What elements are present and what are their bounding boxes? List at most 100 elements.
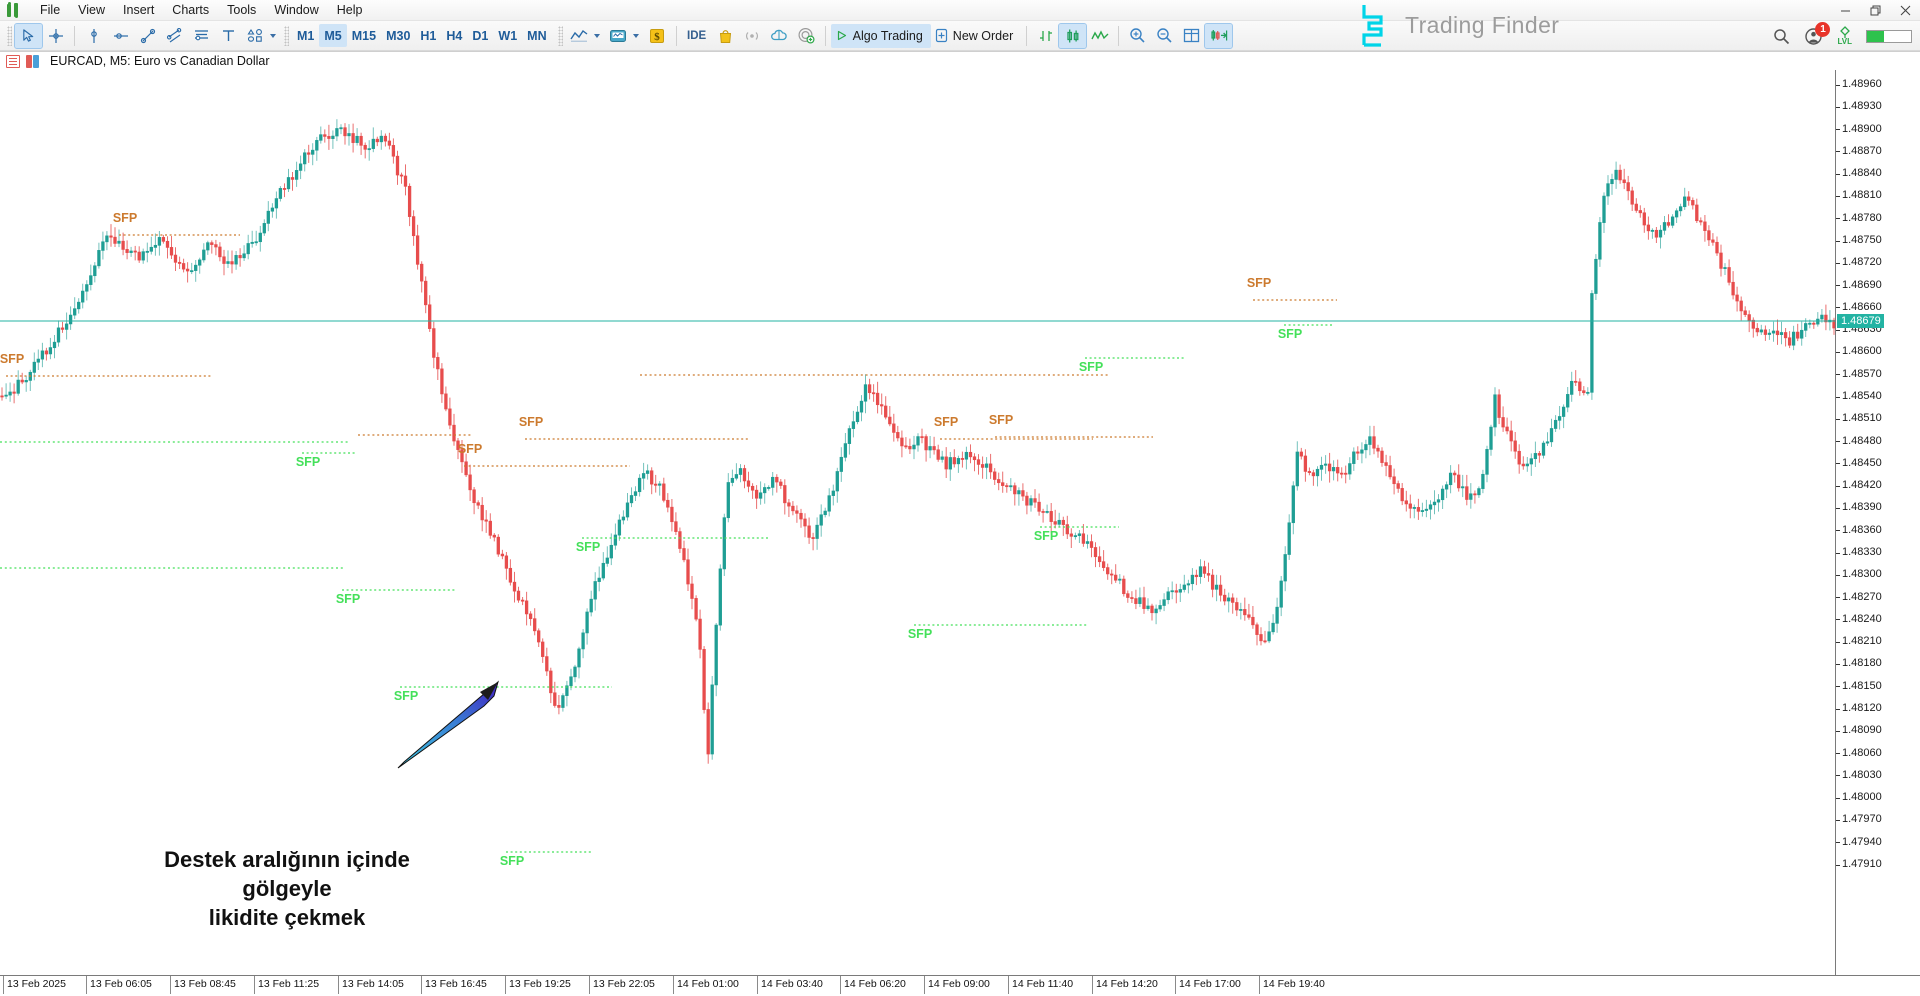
timeframe-m1[interactable]: M1 (292, 24, 319, 47)
time-scale[interactable]: 13 Feb 202513 Feb 06:0513 Feb 08:4513 Fe… (0, 975, 1920, 996)
sfp-marker-label: SFP (576, 540, 600, 554)
bar-chart-icon[interactable] (1032, 24, 1059, 48)
metatrader-logo-icon (6, 3, 22, 17)
crosshair-icon[interactable] (42, 24, 69, 48)
level-icon[interactable]: LVL (1837, 26, 1852, 46)
connection-strength-bar[interactable] (1866, 30, 1912, 43)
metatrader-window: File View Insert Charts Tools Window Hel… (0, 0, 1920, 996)
price-tick: 1.48960 (1836, 79, 1920, 91)
menu-item-help[interactable]: Help (328, 1, 372, 19)
equidistant-channel-icon[interactable] (161, 24, 188, 48)
maximize-restore-button[interactable] (1860, 0, 1890, 21)
sfp-marker-label: SFP (1034, 529, 1058, 543)
time-tick: 13 Feb 19:25 (505, 976, 571, 994)
time-tick: 14 Feb 14:20 (1092, 976, 1158, 994)
price-scale[interactable]: 1.489601.489301.489001.488701.488401.488… (1836, 70, 1920, 975)
line-mode-icon[interactable] (1086, 24, 1113, 48)
text-tool-icon[interactable] (215, 24, 242, 48)
time-tick: 14 Feb 03:40 (757, 976, 823, 994)
data-window-icon[interactable] (6, 55, 20, 68)
price-tick: 1.48690 (1836, 280, 1920, 292)
notifications-badge: 1 (1815, 22, 1830, 37)
time-tick: 13 Feb 06:05 (86, 976, 152, 994)
timeframe-d1[interactable]: D1 (467, 24, 493, 47)
price-tick: 1.48720 (1836, 257, 1920, 269)
indicators-caret-icon[interactable] (633, 34, 639, 38)
timeframe-m5[interactable]: M5 (319, 24, 346, 47)
toolbar-grip-timeframes[interactable] (284, 26, 289, 46)
line-chart-icon[interactable] (566, 24, 593, 48)
close-button[interactable] (1890, 0, 1920, 21)
chart-type-caret-icon[interactable] (594, 34, 600, 38)
price-tick: 1.48240 (1836, 614, 1920, 626)
signals-icon[interactable] (739, 24, 766, 48)
price-tick: 1.47940 (1836, 837, 1920, 849)
sfp-marker-label: SFP (1247, 276, 1271, 290)
price-tick: 1.48750 (1836, 235, 1920, 247)
dollar-icon[interactable]: $ (644, 24, 671, 48)
timeframe-m30[interactable]: M30 (381, 24, 415, 47)
cursor-arrow-icon[interactable] (15, 24, 42, 48)
sfp-marker-label: SFP (296, 455, 320, 469)
sfp-marker-label: SFP (336, 592, 360, 606)
time-tick: 13 Feb 22:05 (589, 976, 655, 994)
annotation-text: Destek aralığının içinde gölgeyle likidi… (127, 845, 447, 932)
chart-plot-area[interactable]: SFPSFPSFPSFPSFPSFPSFPSFPSFPSFPSFPSFPSFPS… (0, 70, 1836, 975)
indicators-icon[interactable] (605, 24, 632, 48)
last-price-label: 1.48679 (1837, 314, 1884, 328)
price-tick: 1.48390 (1836, 502, 1920, 514)
zoom-out-icon[interactable] (1151, 24, 1178, 48)
new-order-button[interactable]: New Order (931, 24, 1021, 48)
sfp-marker-label: SFP (500, 854, 524, 868)
search-icon[interactable] (1773, 28, 1790, 45)
menu-item-file[interactable]: File (31, 1, 69, 19)
trendline-icon[interactable] (134, 24, 161, 48)
sfp-marker-label: SFP (394, 689, 418, 703)
vps-cloud-icon[interactable] (766, 24, 793, 48)
price-tick: 1.48120 (1836, 703, 1920, 715)
shapes-icon[interactable] (242, 24, 269, 48)
new-order-label: New Order (953, 29, 1013, 43)
menu-item-charts[interactable]: Charts (163, 1, 218, 19)
menu-item-insert[interactable]: Insert (114, 1, 163, 19)
toolbar-separator (74, 26, 75, 46)
market-bag-icon[interactable] (712, 24, 739, 48)
toolbar-grip-indicators[interactable] (558, 26, 563, 46)
menu-item-tools[interactable]: Tools (218, 1, 265, 19)
copy-trading-icon[interactable] (793, 24, 820, 48)
timeframe-h4[interactable]: H4 (441, 24, 467, 47)
price-tick: 1.48480 (1836, 436, 1920, 448)
auto-scroll-icon[interactable] (1205, 24, 1232, 48)
minimize-button[interactable] (1830, 0, 1860, 21)
toolbar-grip[interactable] (7, 26, 12, 46)
chart-bar-icon[interactable] (26, 55, 40, 68)
timeframe-m15[interactable]: M15 (347, 24, 381, 47)
time-tick: 14 Feb 17:00 (1175, 976, 1241, 994)
vertical-line-icon[interactable] (80, 24, 107, 48)
candlestick-chart-icon[interactable] (1059, 24, 1086, 48)
menu-item-window[interactable]: Window (265, 1, 327, 19)
ide-label: IDE (687, 30, 706, 42)
timeframe-h1[interactable]: H1 (415, 24, 441, 47)
algo-trading-button[interactable]: Algo Trading (831, 24, 931, 48)
timeframe-mn[interactable]: MN (522, 24, 551, 47)
menu-item-view[interactable]: View (69, 1, 114, 19)
shapes-dropdown-caret-icon[interactable] (270, 34, 276, 38)
play-icon (835, 29, 848, 42)
tile-windows-icon[interactable] (1178, 24, 1205, 48)
chart-title: EURCAD, M5: Euro vs Canadian Dollar (50, 54, 270, 68)
price-tick: 1.48810 (1836, 190, 1920, 202)
fibonacci-icon[interactable] (188, 24, 215, 48)
ide-button[interactable]: IDE (682, 24, 712, 48)
notifications-icon[interactable]: 1 (1804, 27, 1823, 46)
zoom-in-icon[interactable] (1124, 24, 1151, 48)
price-tick: 1.48300 (1836, 569, 1920, 581)
lvl-label: LVL (1837, 38, 1852, 46)
price-tick: 1.48150 (1836, 681, 1920, 693)
sfp-marker-label: SFP (934, 415, 958, 429)
timeframe-w1[interactable]: W1 (493, 24, 522, 47)
price-tick: 1.48870 (1836, 146, 1920, 158)
price-tick: 1.48000 (1836, 792, 1920, 804)
time-tick: 14 Feb 09:00 (924, 976, 990, 994)
horizontal-line-icon[interactable] (107, 24, 134, 48)
